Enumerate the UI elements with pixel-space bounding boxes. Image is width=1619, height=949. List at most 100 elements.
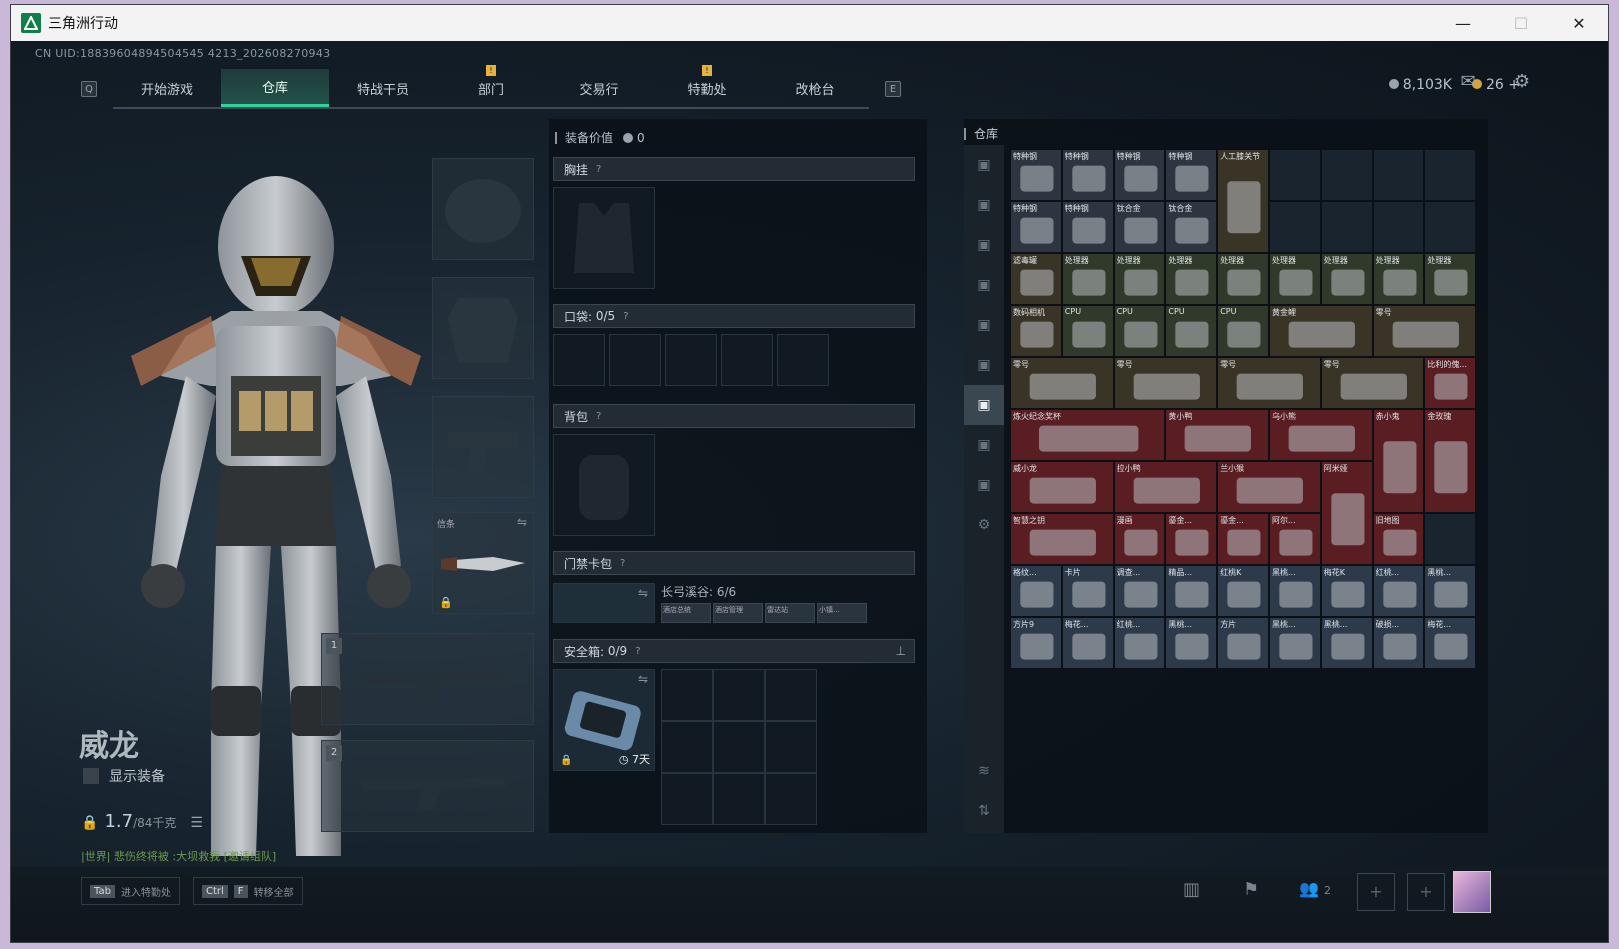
tab-next-key[interactable]: E	[885, 81, 901, 97]
maximize-button[interactable]: ☐	[1492, 5, 1550, 41]
storage-item[interactable]: 处理器	[1372, 253, 1425, 305]
storage-item[interactable]: 拉小鸭	[1113, 461, 1218, 513]
storage-item[interactable]: CPU	[1217, 305, 1269, 357]
storage-cell[interactable]	[1320, 201, 1373, 253]
storage-item[interactable]: 黄金鲤	[1269, 305, 1373, 357]
pocket-slot[interactable]	[665, 334, 717, 386]
tab-0[interactable]: 开始游戏	[113, 69, 221, 107]
storage-page-7-icon[interactable]: ▣	[964, 385, 1004, 425]
storage-item[interactable]: 处理器	[1061, 253, 1114, 305]
storage-item[interactable]: 调查...	[1113, 565, 1166, 617]
storage-item[interactable]: 人工膝关节	[1217, 149, 1269, 253]
tab-2[interactable]: 特战干员	[329, 69, 437, 107]
safe-box-cell[interactable]	[713, 773, 765, 825]
storage-cell[interactable]	[1269, 201, 1321, 253]
storage-cell[interactable]	[1424, 149, 1477, 201]
storage-item[interactable]: 黑桃...	[1165, 617, 1218, 669]
storage-item[interactable]: 梅花...	[1061, 617, 1114, 669]
swap-icon[interactable]: ⇋	[517, 515, 527, 529]
help-icon[interactable]: ?	[596, 164, 601, 175]
storage-item[interactable]: 鎏金...	[1217, 513, 1269, 565]
tab-1[interactable]: 仓库	[221, 69, 329, 107]
safe-box-slot[interactable]: ⇋ 🔒 ◷ 7天	[553, 669, 655, 771]
tab-3[interactable]: 部门!	[437, 65, 545, 107]
stats-icon[interactable]: ▥	[1183, 879, 1200, 900]
armor-slot[interactable]	[432, 277, 534, 379]
storage-item[interactable]: 零号	[1372, 305, 1477, 357]
flag-icon[interactable]: ⚑	[1243, 879, 1259, 900]
storage-item[interactable]: 数码相机	[1010, 305, 1062, 357]
storage-item[interactable]: 赤小鬼	[1372, 409, 1425, 513]
storage-item[interactable]: 零号	[1320, 357, 1425, 409]
helmet-slot[interactable]	[432, 158, 534, 260]
close-button[interactable]: ✕	[1550, 5, 1608, 41]
storage-settings-icon[interactable]: ⚙	[964, 505, 1004, 545]
storage-item[interactable]: 梅花...	[1424, 617, 1477, 669]
storage-item[interactable]: 特种钢	[1061, 201, 1114, 253]
safe-box-cell[interactable]	[713, 721, 765, 773]
storage-cell[interactable]	[1372, 149, 1425, 201]
storage-item[interactable]: 处理器	[1165, 253, 1218, 305]
storage-item[interactable]: 比利的傀...	[1424, 357, 1477, 409]
storage-item[interactable]: 阿米娅	[1320, 461, 1373, 565]
help-icon[interactable]: ?	[596, 411, 601, 422]
primary-weapon-slot-1[interactable]: 1	[321, 633, 534, 725]
storage-item[interactable]: 红桃...	[1372, 565, 1425, 617]
tab-4[interactable]: 交易行	[545, 69, 653, 107]
safe-box-cell[interactable]	[765, 773, 817, 825]
safe-box-cell[interactable]	[765, 669, 817, 721]
storage-item[interactable]: 智慧之钥	[1010, 513, 1114, 565]
storage-page-5-icon[interactable]: ▣	[964, 305, 1004, 345]
backpack-slot[interactable]	[553, 434, 655, 536]
gear-icon[interactable]: ⚙	[1510, 71, 1534, 95]
storage-page-2-icon[interactable]: ▣	[964, 185, 1004, 225]
storage-item[interactable]: 黑桃...	[1320, 617, 1373, 669]
storage-item[interactable]: 漫画	[1113, 513, 1166, 565]
pocket-slot[interactable]	[777, 334, 829, 386]
storage-item[interactable]: 零号	[1217, 357, 1321, 409]
checkbox[interactable]	[83, 768, 99, 784]
storage-item[interactable]: 零号	[1113, 357, 1218, 409]
storage-item[interactable]: 威小龙	[1010, 461, 1114, 513]
storage-item[interactable]: 乌小熊	[1269, 409, 1373, 461]
help-icon[interactable]: ?	[623, 311, 628, 322]
safe-box-cell[interactable]	[661, 773, 713, 825]
help-icon[interactable]: ?	[635, 646, 640, 657]
storage-item[interactable]: 处理器	[1113, 253, 1166, 305]
pocket-slot[interactable]	[721, 334, 773, 386]
tab-6[interactable]: 改枪台	[761, 69, 869, 107]
swap-icon[interactable]: ⇋	[638, 586, 648, 600]
storage-item[interactable]: 钛合金	[1165, 201, 1218, 253]
storage-item[interactable]: 处理器	[1424, 253, 1477, 305]
squad-icon[interactable]: 👥 2	[1299, 879, 1331, 898]
keycard-item[interactable]: 酒店总统	[661, 603, 711, 623]
keycard-item[interactable]: 雷达站	[765, 603, 815, 623]
storage-item[interactable]: 黑桃...	[1269, 617, 1321, 669]
storage-item[interactable]: 精品...	[1165, 565, 1218, 617]
pistol-slot[interactable]	[432, 396, 534, 498]
show-equipment-toggle[interactable]: 显示装备	[83, 766, 165, 786]
primary-weapon-slot-2[interactable]: 2	[321, 740, 534, 832]
storage-item[interactable]: 特种钢	[1165, 149, 1218, 201]
enter-ops-hint[interactable]: Tab 进入特勤处	[81, 877, 180, 905]
storage-cell[interactable]	[1372, 201, 1425, 253]
storage-page-8-icon[interactable]: ▣	[964, 425, 1004, 465]
storage-item[interactable]: CPU	[1165, 305, 1218, 357]
storage-item[interactable]: 特种钢	[1010, 149, 1062, 201]
layers-icon[interactable]: ≋	[964, 751, 1004, 791]
storage-item[interactable]: 特种钢	[1061, 149, 1114, 201]
storage-item[interactable]: 处理器	[1320, 253, 1373, 305]
storage-item[interactable]: 钛合金	[1113, 201, 1166, 253]
storage-cell[interactable]	[1269, 149, 1321, 201]
storage-item[interactable]: 黄小鸭	[1165, 409, 1269, 461]
storage-item[interactable]: 黑桃...	[1269, 565, 1321, 617]
chat-line[interactable]: |世界| 悲伤终将被 :大坝救我 [邀请组队]	[81, 848, 276, 864]
mail-icon[interactable]: ✉	[1456, 71, 1480, 95]
storage-item[interactable]: 红桃...	[1113, 617, 1166, 669]
storage-item[interactable]: CPU	[1113, 305, 1166, 357]
chest-rig-slot[interactable]	[553, 187, 655, 289]
keycard-item[interactable]: 小镇...	[817, 603, 867, 623]
safe-box-cell[interactable]	[661, 669, 713, 721]
storage-item[interactable]: 方片	[1217, 617, 1269, 669]
storage-item[interactable]: 梅花K	[1320, 565, 1373, 617]
